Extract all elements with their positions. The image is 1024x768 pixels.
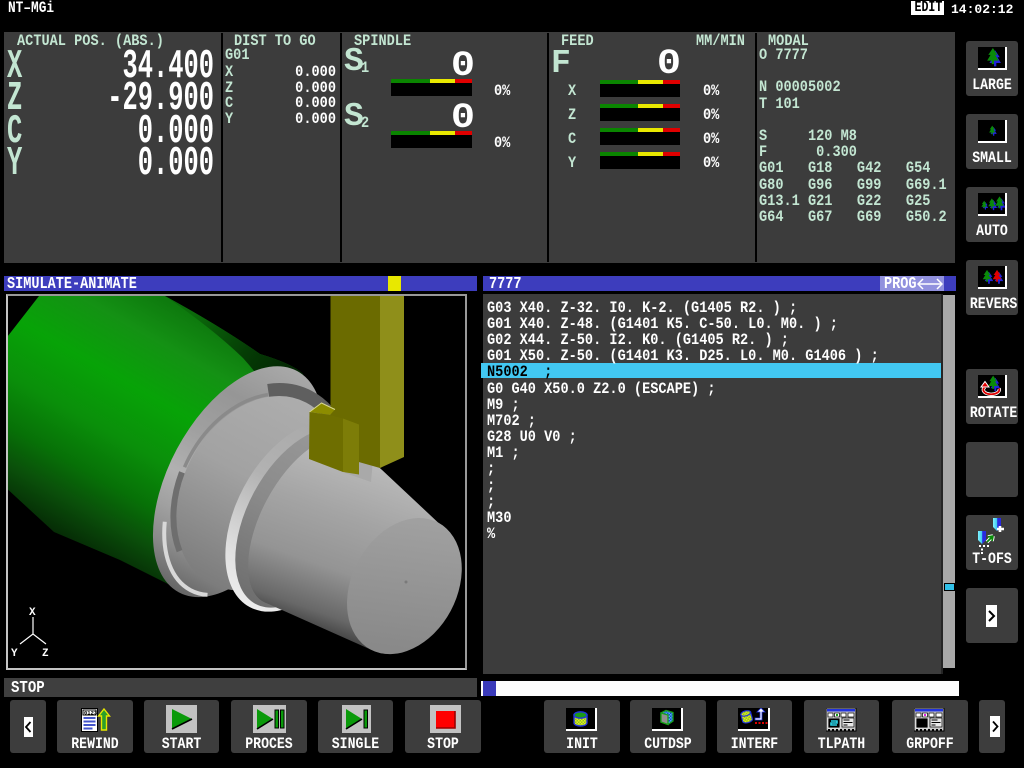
svg-text:X: X — [29, 607, 36, 619]
svg-text:Y: Y — [11, 648, 18, 660]
svg-text:0123: 0123 — [84, 710, 98, 717]
svg-text:Z: Z — [42, 648, 49, 660]
